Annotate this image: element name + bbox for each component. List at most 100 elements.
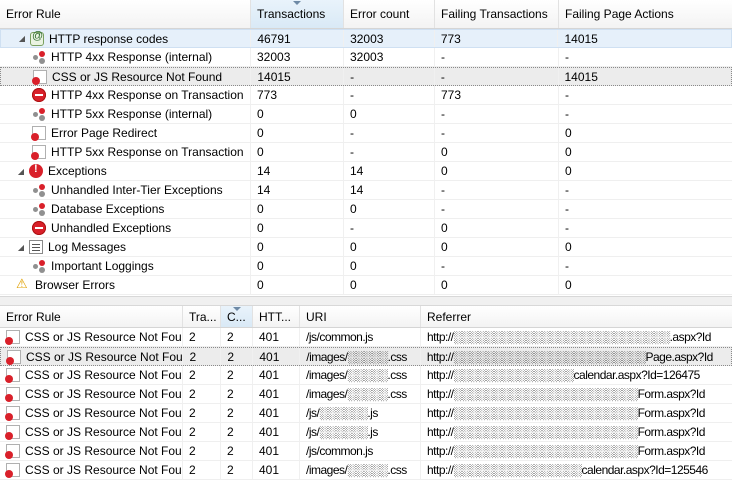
- pane-splitter[interactable]: [0, 296, 732, 306]
- transactions-value: 0: [251, 238, 344, 256]
- error-count-value: 0: [344, 200, 435, 218]
- col-error-count[interactable]: Error count: [344, 0, 435, 28]
- detail-row[interactable]: CSS or JS Resource Not Fou... 2 2 401/js/co…: [0, 442, 732, 461]
- tree-row[interactable]: CSS or JS Resource Not Found 14015- -14015: [0, 67, 732, 86]
- tree-row[interactable]: Unhandled Inter-Tier Exceptions 14 14- -: [0, 181, 732, 200]
- tree-row-name-cell: Error Page Redirect: [0, 124, 251, 142]
- col-detail-count-label: C...: [227, 309, 246, 324]
- network-error-icon: [32, 183, 46, 197]
- rule-name: Error Page Redirect: [51, 126, 158, 140]
- failing-transactions-value: 0: [435, 143, 559, 161]
- failing-transactions-value: -: [435, 105, 559, 123]
- rule-name: Database Exceptions: [51, 202, 165, 216]
- page-error-icon: [5, 406, 20, 421]
- failing-page-actions-value: 14015: [564, 69, 598, 84]
- tree-row[interactable]: ◢ Log Messages 0 0 0 0: [0, 238, 732, 257]
- col-failing-page-actions[interactable]: Failing Page Actions: [559, 0, 732, 28]
- tree-row-name-cell: CSS or JS Resource Not Found: [1, 68, 252, 85]
- col-detail-error-rule[interactable]: Error Rule: [0, 306, 183, 327]
- detail-rule-cell: CSS or JS Resource Not Fou...: [0, 404, 183, 422]
- detail-uri: /images/░░░░░.css: [300, 366, 421, 384]
- browser-error-icon: [16, 276, 30, 292]
- tree-row-name-cell: Unhandled Exceptions: [0, 219, 251, 237]
- tree-row[interactable]: Important Loggings 0 0- -: [0, 257, 732, 276]
- detail-row[interactable]: CSS or JS Resource Not Fou... 2 2 401/js/░░…: [0, 423, 732, 442]
- detail-referrer: http://░░░░░░░░░░░░░░░░░░░░░░░Form.aspx?…: [427, 387, 705, 401]
- tree-row[interactable]: Browser Errors0000: [0, 276, 732, 295]
- tree-row[interactable]: Unhandled Exceptions 0-0-: [0, 219, 732, 238]
- rule-name: HTTP 4xx Response on Transaction: [51, 88, 244, 102]
- transactions-value: 773: [251, 86, 344, 104]
- page-error-icon: [5, 463, 20, 478]
- col-detail-transactions[interactable]: Tra...: [183, 306, 221, 327]
- failing-transactions-value: 0: [435, 219, 559, 237]
- detail-http-status: 401: [253, 423, 300, 441]
- detail-rule: CSS or JS Resource Not Fou...: [25, 463, 183, 477]
- transactions-value: 14015: [251, 68, 345, 85]
- rule-name: Log Messages: [48, 240, 127, 254]
- col-detail-http[interactable]: HTT...: [253, 306, 300, 327]
- tree-row-name-cell: ◢ Exceptions: [0, 162, 251, 180]
- tree-row[interactable]: Database Exceptions 0 0- -: [0, 200, 732, 219]
- stop-icon: [32, 88, 46, 102]
- failing-page-actions-value: 0: [565, 278, 572, 292]
- col-transactions[interactable]: Transactions: [251, 0, 344, 28]
- detail-row[interactable]: CSS or JS Resource Not Fou... 2 2 401/image…: [0, 347, 732, 366]
- detail-transactions: 2: [183, 423, 221, 441]
- tree-row[interactable]: HTTP 5xx Response on Transaction 0-0 0: [0, 143, 732, 162]
- tree-row-name-cell: HTTP 4xx Response (internal): [0, 48, 251, 66]
- tree-row[interactable]: ◢Exceptions141400: [0, 162, 732, 181]
- error-details-header: Error Rule Tra... C... HTT... URI Referr…: [0, 306, 732, 328]
- expand-triangle-icon[interactable]: ◢: [16, 242, 26, 252]
- detail-http-status: 401: [253, 461, 300, 479]
- tree-row[interactable]: HTTP 4xx Response on Transaction 773-773-: [0, 86, 732, 105]
- expand-triangle-icon[interactable]: ◢: [16, 166, 26, 176]
- detail-row[interactable]: CSS or JS Resource Not Fou... 2 2 401/js/░░…: [0, 404, 732, 423]
- sort-desc-icon: [232, 307, 241, 311]
- rule-name: Exceptions: [48, 164, 107, 178]
- detail-row[interactable]: CSS or JS Resource Not Fou... 2 2 401/image…: [0, 461, 732, 480]
- tree-row-name-cell: Important Loggings: [0, 257, 251, 275]
- tree-row[interactable]: Error Page Redirect 0- -0: [0, 124, 732, 143]
- tree-row-name-cell: HTTP 5xx Response (internal): [0, 105, 251, 123]
- detail-count: 2: [221, 423, 253, 441]
- expand-triangle-icon[interactable]: ◢: [17, 34, 27, 44]
- failing-transactions-value: -: [435, 48, 559, 66]
- network-error-icon: [32, 202, 46, 216]
- error-count-value: 0: [344, 105, 435, 123]
- tree-row-name-cell: Unhandled Inter-Tier Exceptions: [0, 181, 251, 199]
- detail-count: 2: [221, 348, 254, 365]
- detail-uri: /images/░░░░░.css: [300, 385, 421, 403]
- detail-row[interactable]: CSS or JS Resource Not Fou... 2 2 401/image…: [0, 366, 732, 385]
- detail-transactions: 2: [183, 404, 221, 422]
- detail-row[interactable]: CSS or JS Resource Not Fou... 2 2 401/js/co…: [0, 328, 732, 347]
- col-detail-referrer[interactable]: Referrer: [421, 306, 732, 327]
- failing-page-actions-value: -: [565, 183, 569, 197]
- error-count-value: -: [344, 86, 435, 104]
- detail-http-status: 401: [253, 328, 300, 346]
- detail-row[interactable]: CSS or JS Resource Not Fou... 2 2 401/image…: [0, 385, 732, 404]
- detail-referrer: http://░░░░░░░░░░░░░░░░calendar.aspx?Id=…: [427, 463, 708, 477]
- col-failing-transactions[interactable]: Failing Transactions: [435, 0, 559, 28]
- failing-transactions-value: 0: [435, 276, 559, 294]
- error-rules-table: Error Rule Transactions Error count Fail…: [0, 0, 732, 296]
- tree-row[interactable]: HTTP 5xx Response (internal) 0 0- -: [0, 105, 732, 124]
- failing-page-actions-value: -: [565, 221, 569, 235]
- failing-transactions-value: 773: [435, 86, 559, 104]
- tree-row[interactable]: HTTP 4xx Response (internal) 32003 32003- -: [0, 48, 732, 67]
- tree-row[interactable]: ◢ HTTP response codes 4679132003773 14015: [0, 29, 732, 48]
- error-details-table: Error Rule Tra... C... HTT... URI Referr…: [0, 306, 732, 481]
- failing-page-actions-value: 0: [565, 164, 572, 178]
- log-icon: [29, 240, 43, 254]
- col-detail-uri[interactable]: URI: [300, 306, 421, 327]
- failing-page-actions-value: 0: [565, 240, 572, 254]
- detail-transactions: 2: [183, 461, 221, 479]
- detail-count: 2: [221, 404, 253, 422]
- detail-count: 2: [221, 442, 253, 460]
- col-error-rule[interactable]: Error Rule: [0, 0, 251, 28]
- network-error-icon: [32, 50, 46, 64]
- failing-transactions-value: -: [435, 200, 559, 218]
- detail-rule: CSS or JS Resource Not Fou...: [26, 349, 184, 364]
- col-detail-count[interactable]: C...: [221, 306, 253, 327]
- rule-name: HTTP 4xx Response (internal): [51, 50, 213, 64]
